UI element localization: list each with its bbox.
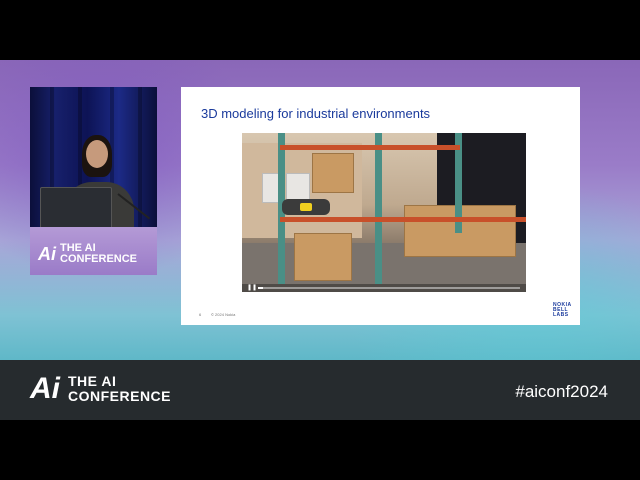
ai-logo-icon: Ai	[38, 243, 56, 264]
cardboard-box	[294, 233, 352, 281]
slide-title: 3D modeling for industrial environments	[201, 106, 431, 121]
shelf-beam	[280, 217, 526, 222]
conference-hashtag: #aiconf2024	[515, 382, 608, 401]
shelf-post	[375, 133, 382, 284]
slide-copyright: © 2024 Nokia	[211, 312, 236, 317]
video-controls: ❚❚	[242, 284, 526, 292]
banner-logo-line1: THE AI	[68, 373, 117, 389]
laptop	[40, 187, 112, 229]
video-progress-bar[interactable]	[258, 287, 520, 289]
bottom-banner: Ai THE AI CONFERENCE #aiconf2024	[0, 360, 640, 420]
cardboard-box	[312, 153, 354, 193]
curtain-fold	[138, 87, 142, 227]
presentation-slide: 3D modeling for industrial environments …	[181, 87, 580, 325]
ai-logo-icon: Ai	[30, 372, 60, 405]
podium: Ai THE AI CONFERENCE	[30, 227, 157, 275]
video-progress-fill	[258, 287, 264, 289]
pause-icon[interactable]: ❚❚	[247, 285, 257, 291]
conference-logo: Ai THE AI CONFERENCE	[30, 374, 171, 404]
shelf-beam	[280, 145, 460, 150]
slide-page-number: 6	[199, 312, 202, 317]
podium-logo-line2: CONFERENCE	[60, 253, 138, 265]
nokia-bell-labs-logo: NOKIA BELL LABS	[553, 303, 572, 318]
speaker-head	[86, 140, 108, 168]
podium-logo: Ai THE AI CONFERENCE	[38, 243, 137, 265]
nokia-logo-line: LABS	[553, 312, 569, 318]
drone	[282, 199, 330, 215]
stage-background: Ai THE AI CONFERENCE 3D modeling for ind…	[0, 60, 640, 360]
slide-video[interactable]: ❚❚	[242, 133, 526, 292]
banner-logo-line2: CONFERENCE	[68, 388, 172, 404]
speaker-video: Ai THE AI CONFERENCE	[30, 87, 157, 275]
letterbox-bottom	[0, 420, 640, 480]
letterbox-top	[0, 0, 640, 60]
